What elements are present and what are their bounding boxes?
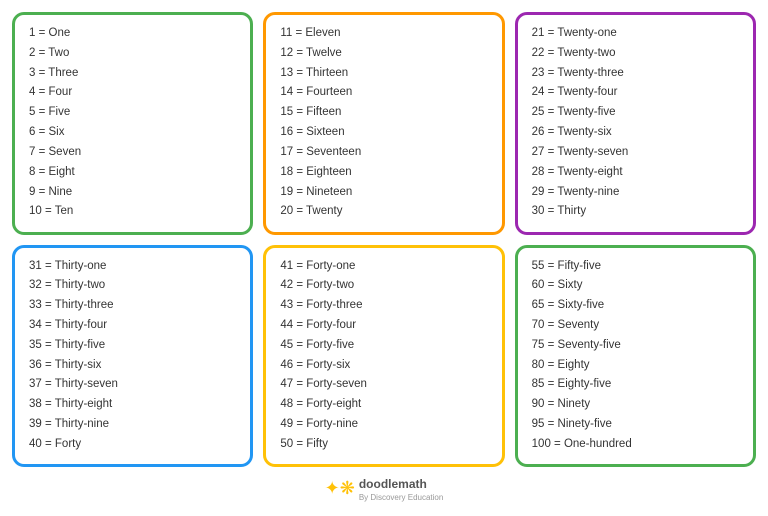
card-3-item-1: 21 = Twenty-one [532,25,739,43]
card-3-item-9: 29 = Twenty-nine [532,184,739,202]
card-6-item-2: 60 = Sixty [532,277,739,295]
card-6-item-10: 100 = One-hundred [532,436,739,454]
card-2-item-10: 20 = Twenty [280,203,487,221]
card-5-item-3: 43 = Forty-three [280,297,487,315]
card-5-item-8: 48 = Forty-eight [280,396,487,414]
card-3-item-6: 26 = Twenty-six [532,124,739,142]
card-6-item-9: 95 = Ninety-five [532,416,739,434]
card-1: 1 = One 2 = Two 3 = Three4 = Four 5 = Five 6… [12,12,253,235]
card-4-item-5: 35 = Thirty-five [29,337,236,355]
card-1-item-5: 5 = Five [29,104,236,122]
card-1-item-10: 10 = Ten [29,203,236,221]
brand-logo: ✦❋ doodlemath By Discovery Education [325,475,444,502]
card-5-item-2: 42 = Forty-two [280,277,487,295]
card-5-item-9: 49 = Forty-nine [280,416,487,434]
card-5: 41 = Forty-one42 = Forty-two 43 = Forty-t… [263,245,504,468]
card-2-item-3: 13 = Thirteen [280,65,487,83]
card-3-item-3: 23 = Twenty-three [532,65,739,83]
card-1-item-1: 1 = One [29,25,236,43]
numbers-grid: 1 = One 2 = Two 3 = Three4 = Four 5 = Five 6… [12,12,756,467]
card-5-item-7: 47 = Forty-seven [280,376,487,394]
brand-sub: By Discovery Education [359,493,443,502]
card-4-item-6: 36 = Thirty-six [29,357,236,375]
card-3-item-7: 27 = Twenty-seven [532,144,739,162]
card-3-item-10: 30 = Thirty [532,203,739,221]
card-1-item-9: 9 = Nine [29,184,236,202]
card-4: 31 = Thirty-one32 = Thirty-two 33 = Thirt… [12,245,253,468]
card-5-item-10: 50 = Fifty [280,436,487,454]
card-2-item-1: 11 = Eleven [280,25,487,43]
card-4-item-10: 40 = Forty [29,436,236,454]
card-6-item-4: 70 = Seventy [532,317,739,335]
card-6-item-6: 80 = Eighty [532,357,739,375]
card-6-item-7: 85 = Eighty-five [532,376,739,394]
card-2-item-8: 18 = Eighteen [280,164,487,182]
card-4-item-9: 39 = Thirty-nine [29,416,236,434]
card-4-item-7: 37 = Thirty-seven [29,376,236,394]
card-6-item-5: 75 = Seventy-five [532,337,739,355]
card-4-item-1: 31 = Thirty-one [29,258,236,276]
card-6-item-1: 55 = Fifty-five [532,258,739,276]
card-2-item-4: 14 = Fourteen [280,84,487,102]
card-4-item-4: 34 = Thirty-four [29,317,236,335]
card-1-item-4: 4 = Four [29,84,236,102]
card-5-item-4: 44 = Forty-four [280,317,487,335]
card-1-item-6: 6 = Six [29,124,236,142]
card-2-item-5: 15 = Fifteen [280,104,487,122]
card-6-item-8: 90 = Ninety [532,396,739,414]
card-3-item-4: 24 = Twenty-four [532,84,739,102]
card-2: 11 = Eleven 12 = Twelve 13 = Thirteen14 = … [263,12,504,235]
card-5-item-5: 45 = Forty-five [280,337,487,355]
card-5-item-1: 41 = Forty-one [280,258,487,276]
card-1-item-8: 8 = Eight [29,164,236,182]
card-5-item-6: 46 = Forty-six [280,357,487,375]
card-3-item-5: 25 = Twenty-five [532,104,739,122]
card-1-item-3: 3 = Three [29,65,236,83]
card-2-item-7: 17 = Seventeen [280,144,487,162]
brand-name: doodlemath [359,477,427,491]
star-icon: ✦❋ [325,478,355,499]
card-1-item-2: 2 = Two [29,45,236,63]
card-2-item-9: 19 = Nineteen [280,184,487,202]
card-4-item-3: 33 = Thirty-three [29,297,236,315]
card-3: 21 = Twenty-one 22 = Twenty-two 23 = Twent… [515,12,756,235]
card-3-item-2: 22 = Twenty-two [532,45,739,63]
card-4-item-8: 38 = Thirty-eight [29,396,236,414]
card-2-item-6: 16 = Sixteen [280,124,487,142]
card-1-item-7: 7 = Seven [29,144,236,162]
card-2-item-2: 12 = Twelve [280,45,487,63]
card-6: 55 = Fifty-five60 = Sixty 65 = Sixty-five… [515,245,756,468]
card-3-item-8: 28 = Twenty-eight [532,164,739,182]
card-6-item-3: 65 = Sixty-five [532,297,739,315]
card-4-item-2: 32 = Thirty-two [29,277,236,295]
footer: ✦❋ doodlemath By Discovery Education [325,475,444,502]
